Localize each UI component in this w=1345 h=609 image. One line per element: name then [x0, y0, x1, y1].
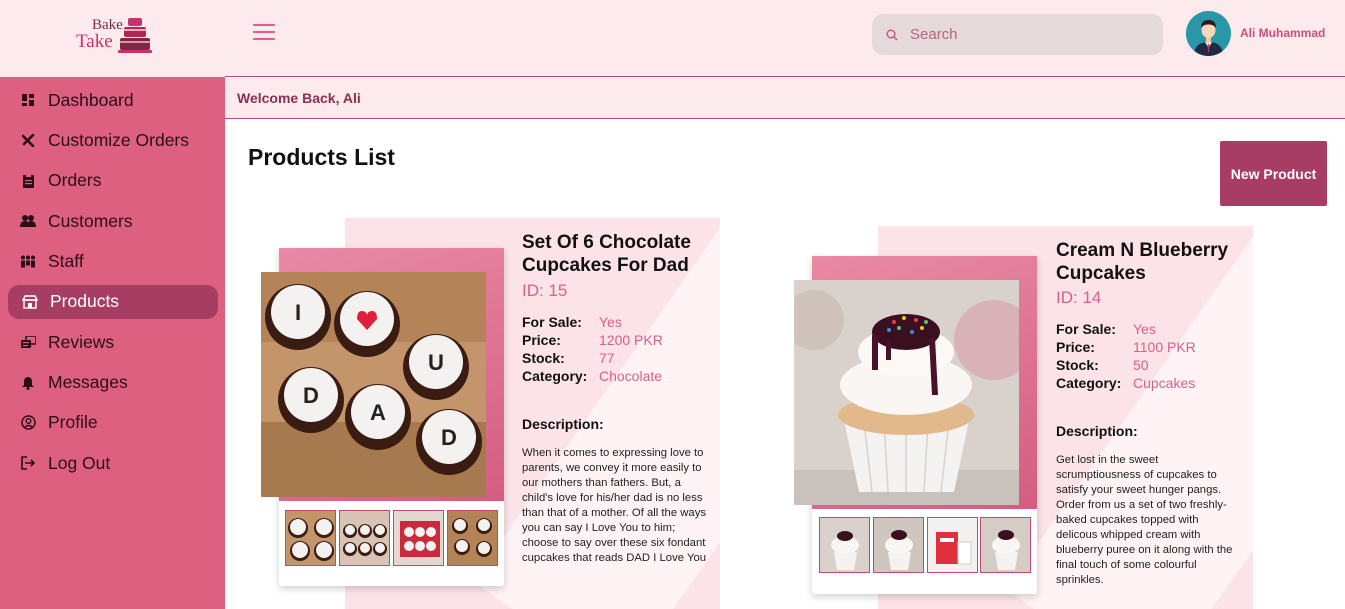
product-main-image[interactable] [794, 280, 1019, 505]
product-id: ID: 14 [1056, 288, 1102, 307]
sidebar-item-messages[interactable]: Messages [0, 362, 225, 402]
sidebar-item-label: Staff [48, 251, 84, 272]
user-name[interactable]: Ali Muhammad [1240, 26, 1325, 40]
welcome-text: Welcome Back, Ali [237, 90, 361, 106]
description-heading: Description: [522, 416, 604, 432]
description-heading: Description: [1056, 423, 1138, 439]
spec-for-sale-value: Yes [599, 314, 622, 330]
sidebar-item-products[interactable]: Products [8, 284, 218, 319]
spec-label: Price: [522, 332, 561, 348]
page-title: Products List [248, 144, 395, 170]
svg-text:D: D [303, 383, 319, 408]
spec-label: For Sale: [1056, 321, 1116, 337]
welcome-bar: Welcome Back, Ali [225, 78, 1345, 119]
staff-icon [20, 254, 36, 270]
product-title: Set Of 6 Chocolate Cupcakes For Dad [522, 232, 691, 276]
sidebar-item-reviews[interactable]: Reviews [0, 322, 225, 362]
sidebar-item-label: Customize Orders [48, 130, 190, 151]
reviews-icon [20, 334, 36, 350]
product-thumbnail[interactable] [393, 510, 444, 566]
clipboard-icon [20, 173, 36, 189]
sidebar-item-label: Messages [48, 372, 128, 393]
spec-label: Stock: [1056, 357, 1099, 373]
spec-stock-value: 77 [599, 350, 615, 366]
grid-icon [20, 92, 36, 108]
svg-text:I: I [295, 300, 301, 325]
logo-text-take: Take [76, 31, 113, 52]
product-description: Get lost in the sweet scrumptiousness of… [1056, 454, 1233, 586]
spec-category-value: Cupcakes [1133, 375, 1196, 391]
product-description: When it comes to expressing love to pare… [522, 447, 707, 564]
sidebar-item-staff[interactable]: Staff [0, 242, 225, 282]
sidebar-item-label: Log Out [48, 452, 111, 473]
top-bar: Ali Muhammad [225, 0, 1345, 77]
search-input[interactable] [910, 26, 1140, 43]
spec-label: Category: [1056, 375, 1122, 391]
product-thumbnail[interactable] [873, 517, 924, 573]
sidebar-item-label: Customers [48, 210, 133, 231]
user-avatar[interactable] [1186, 11, 1231, 56]
product-specs: For Sale: Yes Price: 1200 PKR Stock: 77 Cat… [522, 313, 663, 385]
product-thumbnail[interactable] [339, 510, 390, 566]
search-icon [886, 29, 898, 40]
sidebar-item-label: Profile [48, 412, 98, 433]
svg-text:A: A [370, 400, 386, 425]
logout-icon [20, 455, 36, 471]
sidebar-nav: Dashboard Customize Orders Orders Custom… [0, 80, 225, 484]
sidebar-item-label: Reviews [48, 331, 115, 352]
bake-take-logo[interactable]: Bake Take [74, 14, 154, 58]
logo-area: Bake Take [0, 0, 225, 77]
product-specs: For Sale: Yes Price: 1100 PKR Stock: 50 Cat… [1056, 320, 1196, 392]
tools-icon [20, 133, 36, 149]
sidebar-item-log-out[interactable]: Log Out [0, 443, 225, 483]
sidebar: Bake Take Dashboard Customize Orders Ord… [0, 0, 225, 609]
product-thumbnail[interactable] [819, 517, 870, 573]
sidebar-item-customers[interactable]: Customers [0, 201, 225, 241]
sidebar-item-label: Orders [48, 170, 102, 191]
product-main-image[interactable]: I U D A D [261, 272, 486, 497]
spec-label: Stock: [522, 350, 565, 366]
product-thumbnail[interactable] [285, 510, 336, 566]
sidebar-item-label: Products [50, 291, 120, 312]
product-thumbnail[interactable] [980, 517, 1031, 573]
svg-text:D: D [441, 425, 457, 450]
menu-toggle-icon[interactable] [253, 22, 275, 42]
sidebar-item-customize-orders[interactable]: Customize Orders [0, 120, 225, 160]
cake-logo-icon [118, 18, 152, 53]
spec-label: Category: [522, 368, 588, 384]
users-icon [20, 213, 36, 229]
product-thumbnail[interactable] [927, 517, 978, 573]
spec-for-sale-value: Yes [1133, 321, 1156, 337]
sidebar-item-orders[interactable]: Orders [0, 161, 225, 201]
product-title: Cream N Blueberry Cupcakes [1056, 240, 1229, 284]
avatar-person-icon [1186, 11, 1231, 56]
spec-price-value: 1100 PKR [1133, 339, 1196, 355]
search-box [872, 14, 1163, 55]
sidebar-item-profile[interactable]: Profile [0, 403, 225, 443]
svg-text:U: U [428, 350, 444, 375]
new-product-button[interactable]: New Product [1220, 141, 1327, 206]
spec-label: Price: [1056, 339, 1095, 355]
product-thumbnail[interactable] [447, 510, 498, 566]
spec-label: For Sale: [522, 314, 582, 330]
spec-price-value: 1200 PKR [599, 332, 663, 348]
store-icon [22, 294, 38, 310]
product-id: ID: 15 [522, 281, 568, 300]
spec-stock-value: 50 [1133, 357, 1149, 373]
spec-category-value: Chocolate [599, 368, 663, 384]
user-circle-icon [20, 415, 36, 431]
sidebar-item-label: Dashboard [48, 89, 134, 110]
bell-icon [20, 375, 36, 391]
sidebar-item-dashboard[interactable]: Dashboard [0, 80, 225, 120]
